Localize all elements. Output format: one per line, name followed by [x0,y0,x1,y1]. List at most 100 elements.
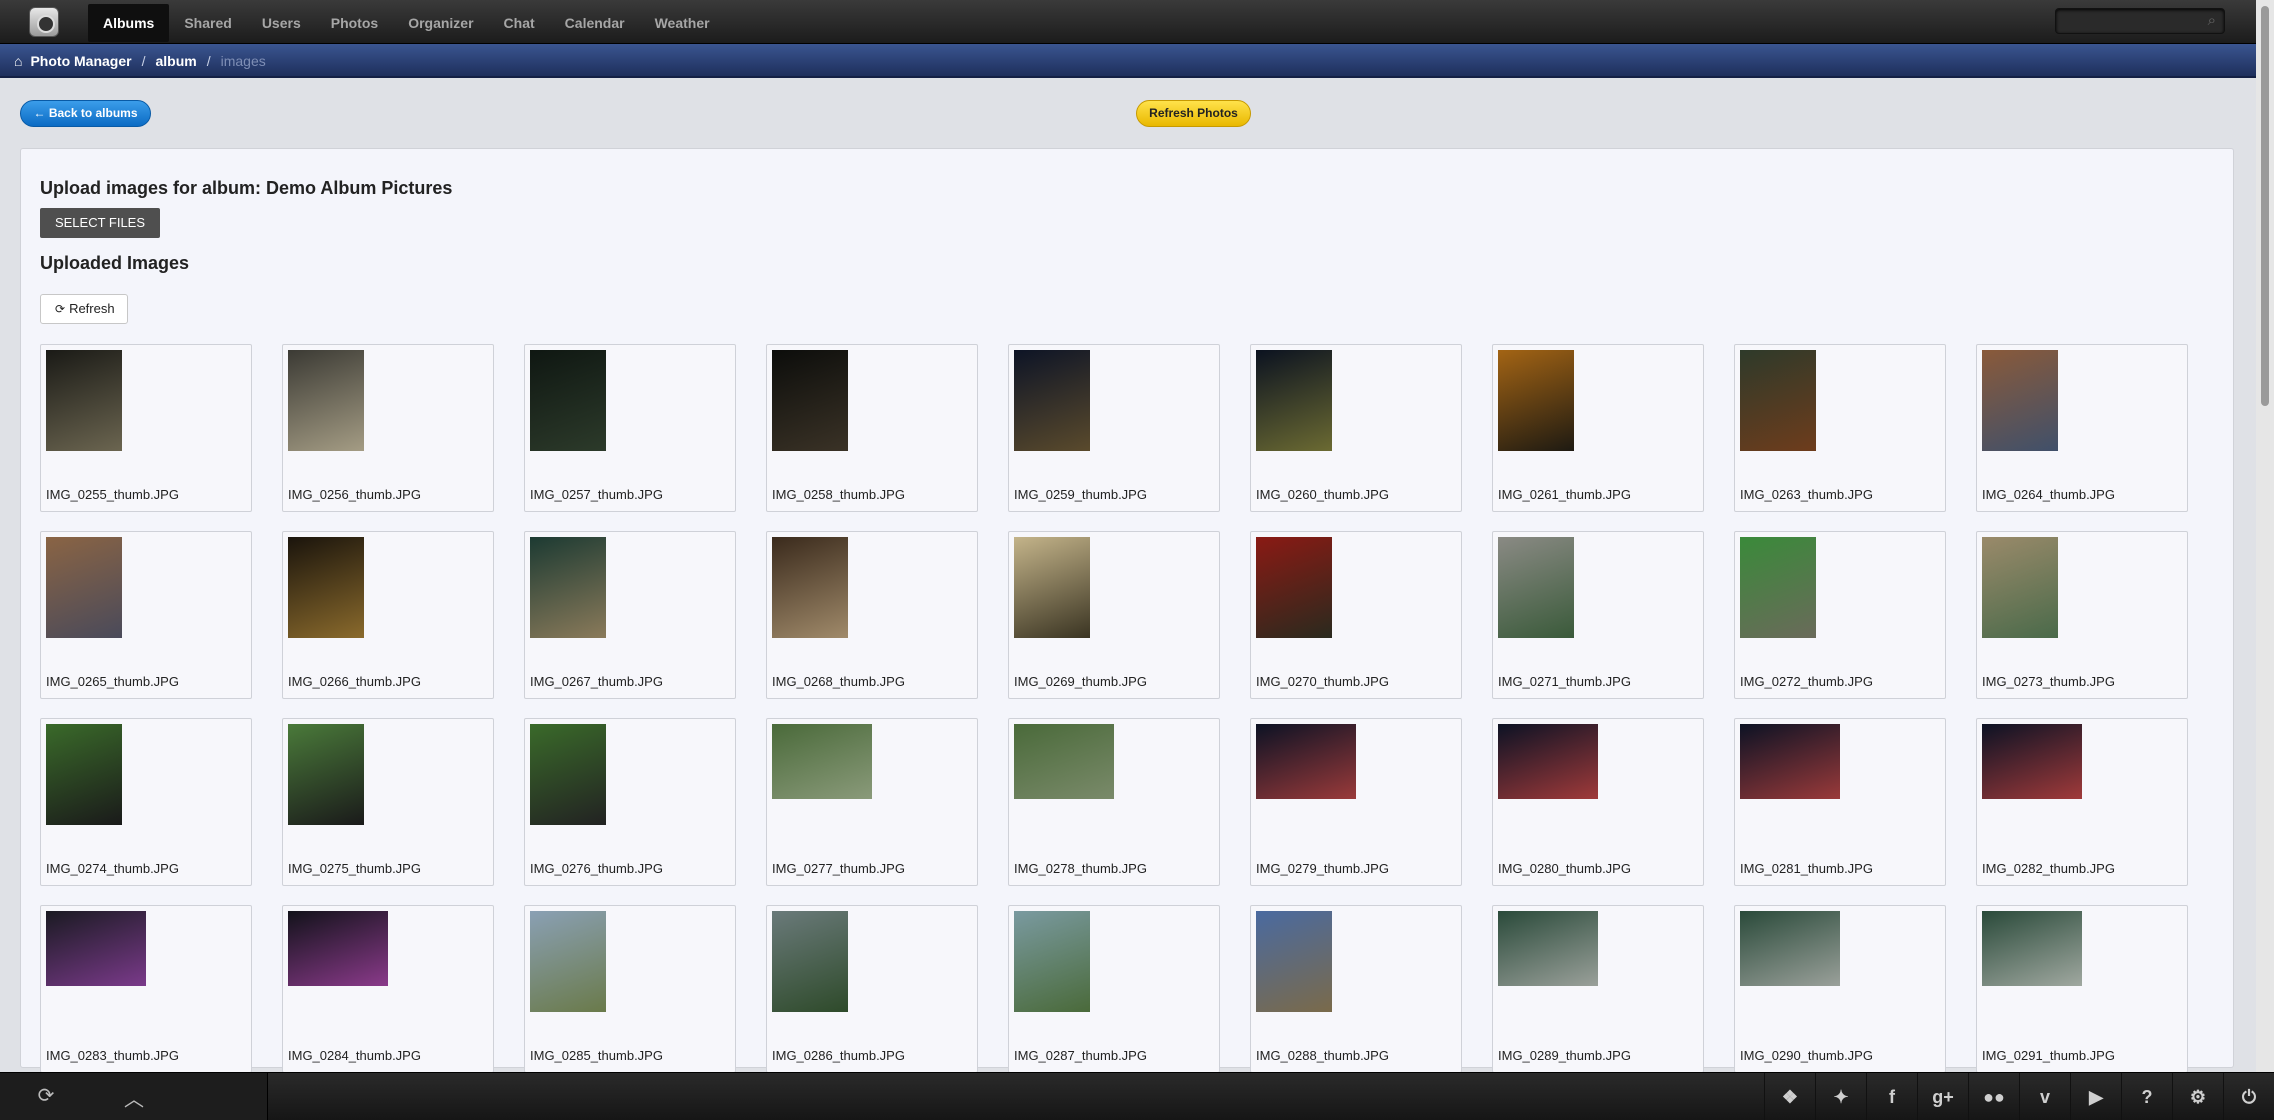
search-icon[interactable]: ⌕ [2208,12,2216,29]
image-card[interactable]: IMG_0263_thumb.JPG [1734,344,1946,512]
image-thumbnail[interactable] [288,350,364,451]
help-icon[interactable]: ? [2121,1073,2172,1120]
image-thumbnail[interactable] [1740,537,1816,638]
image-thumbnail[interactable] [1982,724,2082,799]
dropbox-icon[interactable]: ❖ [1764,1073,1815,1120]
image-thumbnail[interactable] [46,724,122,825]
image-thumbnail[interactable] [1982,350,2058,451]
image-thumbnail[interactable] [46,350,122,451]
image-card[interactable]: IMG_0287_thumb.JPG [1008,905,1220,1073]
image-thumbnail[interactable] [530,911,606,1012]
image-thumbnail[interactable] [1740,911,1840,986]
home-icon[interactable]: ⌂ [14,53,22,69]
breadcrumb-album[interactable]: album [155,53,196,69]
image-thumbnail[interactable] [1014,724,1114,799]
image-thumbnail[interactable] [1498,537,1574,638]
image-card[interactable]: IMG_0281_thumb.JPG [1734,718,1946,886]
image-card[interactable]: IMG_0265_thumb.JPG [40,531,252,699]
image-thumbnail[interactable] [1498,911,1598,986]
image-thumbnail[interactable] [1256,537,1332,638]
image-thumbnail[interactable] [1256,911,1332,1012]
image-thumbnail[interactable] [1256,724,1356,799]
image-card[interactable]: IMG_0273_thumb.JPG [1976,531,2188,699]
image-card[interactable]: IMG_0277_thumb.JPG [766,718,978,886]
image-card[interactable]: IMG_0272_thumb.JPG [1734,531,1946,699]
image-card[interactable]: IMG_0276_thumb.JPG [524,718,736,886]
image-thumbnail[interactable] [772,911,848,1012]
select-files-button[interactable]: SELECT FILES [40,208,160,238]
nav-item-users[interactable]: Users [247,4,316,42]
breadcrumb-home[interactable]: Photo Manager [30,53,131,69]
facebook-icon[interactable]: f [1866,1073,1917,1120]
image-thumbnail[interactable] [772,350,848,451]
image-card[interactable]: IMG_0255_thumb.JPG [40,344,252,512]
image-card[interactable]: IMG_0267_thumb.JPG [524,531,736,699]
image-thumbnail[interactable] [46,537,122,638]
image-thumbnail[interactable] [530,537,606,638]
image-thumbnail[interactable] [1014,911,1090,1012]
image-card[interactable]: IMG_0288_thumb.JPG [1250,905,1462,1073]
image-card[interactable]: IMG_0257_thumb.JPG [524,344,736,512]
search-input[interactable]: ⌕ [2055,8,2225,34]
back-to-albums-button[interactable]: ← Back to albums [20,100,151,127]
twitter-icon[interactable]: ✦ [1815,1073,1866,1120]
nav-item-calendar[interactable]: Calendar [550,4,640,42]
page-scrollbar[interactable] [2256,0,2274,1072]
refresh-button[interactable]: ⟳ Refresh [40,294,128,324]
image-thumbnail[interactable] [772,537,848,638]
image-card[interactable]: IMG_0290_thumb.JPG [1734,905,1946,1073]
image-thumbnail[interactable] [288,724,364,825]
image-thumbnail[interactable] [1740,724,1840,799]
image-card[interactable]: IMG_0280_thumb.JPG [1492,718,1704,886]
google-plus-icon[interactable]: g+ [1917,1073,1968,1120]
image-card[interactable]: IMG_0282_thumb.JPG [1976,718,2188,886]
image-thumbnail[interactable] [1014,350,1090,451]
image-thumbnail[interactable] [1256,350,1332,451]
flickr-icon[interactable]: ●● [1968,1073,2019,1120]
image-thumbnail[interactable] [530,724,606,825]
image-card[interactable]: IMG_0271_thumb.JPG [1492,531,1704,699]
image-card[interactable]: IMG_0278_thumb.JPG [1008,718,1220,886]
image-thumbnail[interactable] [1982,911,2082,986]
image-thumbnail[interactable] [1498,724,1598,799]
image-card[interactable]: IMG_0266_thumb.JPG [282,531,494,699]
vimeo-icon[interactable]: v [2019,1073,2070,1120]
image-card[interactable]: IMG_0269_thumb.JPG [1008,531,1220,699]
scrollbar-thumb[interactable] [2261,6,2269,406]
image-card[interactable]: IMG_0258_thumb.JPG [766,344,978,512]
image-card[interactable]: IMG_0285_thumb.JPG [524,905,736,1073]
image-card[interactable]: IMG_0260_thumb.JPG [1250,344,1462,512]
image-thumbnail[interactable] [1014,537,1090,638]
image-card[interactable]: IMG_0284_thumb.JPG [282,905,494,1073]
nav-item-shared[interactable]: Shared [169,4,246,42]
image-card[interactable]: IMG_0283_thumb.JPG [40,905,252,1073]
image-thumbnail[interactable] [288,537,364,638]
image-card[interactable]: IMG_0259_thumb.JPG [1008,344,1220,512]
refresh-photos-button[interactable]: Refresh Photos [1136,100,1251,127]
chevron-up-icon[interactable]: ︿ [110,1083,158,1111]
image-card[interactable]: IMG_0261_thumb.JPG [1492,344,1704,512]
settings-icon[interactable]: ⚙ [2172,1073,2223,1120]
image-card[interactable]: IMG_0270_thumb.JPG [1250,531,1462,699]
nav-item-weather[interactable]: Weather [640,4,725,42]
image-card[interactable]: IMG_0286_thumb.JPG [766,905,978,1073]
image-thumbnail[interactable] [772,724,872,799]
nav-item-organizer[interactable]: Organizer [393,4,488,42]
image-card[interactable]: IMG_0279_thumb.JPG [1250,718,1462,886]
image-thumbnail[interactable] [1498,350,1574,451]
image-card[interactable]: IMG_0256_thumb.JPG [282,344,494,512]
image-thumbnail[interactable] [46,911,146,986]
image-thumbnail[interactable] [530,350,606,451]
image-thumbnail[interactable] [1982,537,2058,638]
image-card[interactable]: IMG_0275_thumb.JPG [282,718,494,886]
logout-icon[interactable]: ⏻ [2223,1073,2274,1120]
image-card[interactable]: IMG_0264_thumb.JPG [1976,344,2188,512]
image-card[interactable]: IMG_0289_thumb.JPG [1492,905,1704,1073]
image-card[interactable]: IMG_0274_thumb.JPG [40,718,252,886]
image-thumbnail[interactable] [288,911,388,986]
nav-item-albums[interactable]: Albums [88,4,170,42]
nav-item-chat[interactable]: Chat [489,4,550,42]
image-thumbnail[interactable] [1740,350,1816,451]
refresh-icon[interactable]: ⟳ [22,1083,70,1111]
image-card[interactable]: IMG_0268_thumb.JPG [766,531,978,699]
